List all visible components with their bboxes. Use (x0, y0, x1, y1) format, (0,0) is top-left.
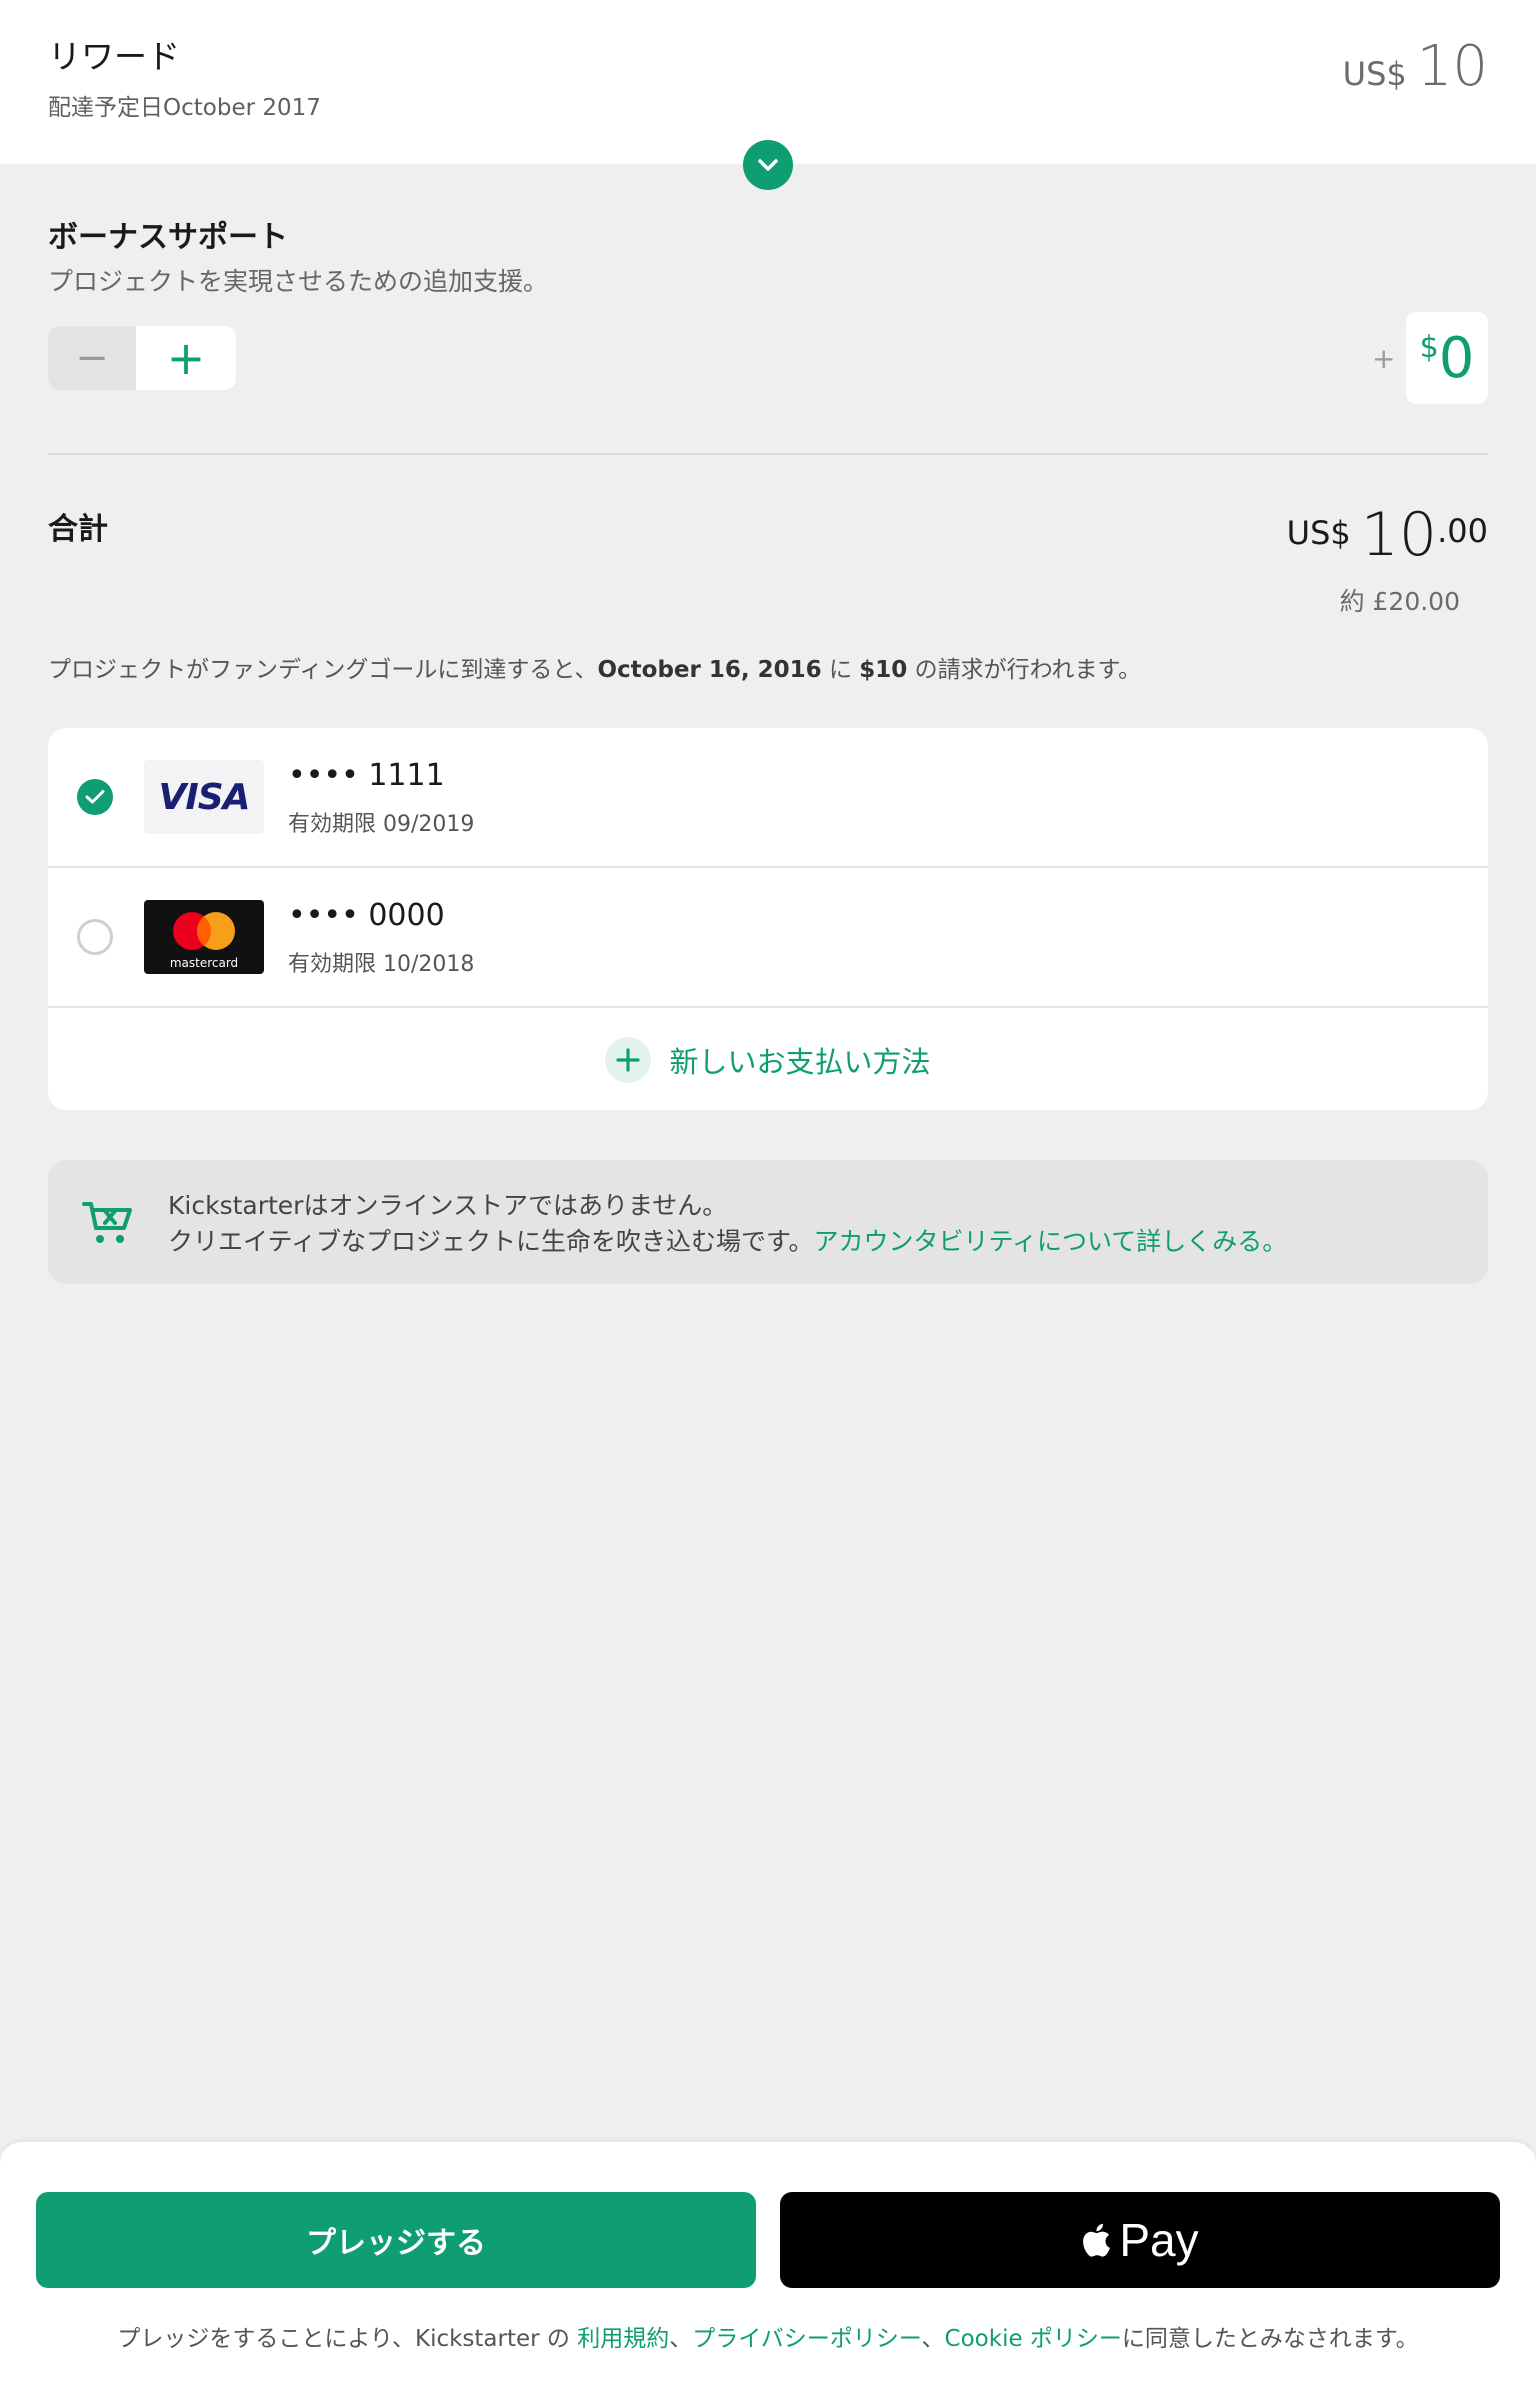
terms-pre: プレッジをすることにより、Kickstarter の (117, 2326, 578, 2352)
notice-line-2: クリエイティブなプロジェクトに生命を吹き込む場です。アカウンタビリティについて詳… (168, 1222, 1287, 1258)
bonus-subtitle: プロジェクトを実現させるための追加支援。 (48, 267, 549, 296)
total-amount-decimals: .00 (1437, 512, 1488, 550)
reward-amount: 10 (1416, 34, 1488, 99)
terms-of-use-link[interactable]: 利用規約 (577, 2326, 669, 2352)
card-expiry: 有効期限 10/2018 (288, 952, 475, 977)
charge-note-pre: プロジェクトがファンディングゴールに到達すると、 (48, 657, 598, 683)
checkmark-icon (85, 790, 105, 804)
card-number: •••• 1111 (288, 758, 445, 793)
mastercard-logo: mastercard (144, 900, 264, 974)
bonus-currency-symbol: $ (1419, 330, 1439, 365)
mastercard-wordmark: mastercard (169, 956, 239, 970)
increase-bonus-button[interactable]: + (136, 326, 236, 390)
cookie-policy-link[interactable]: Cookie ポリシー (945, 2326, 1122, 2352)
add-payment-method-label: 新しいお支払い方法 (669, 1045, 931, 1079)
charge-note-mid: に (821, 657, 860, 683)
terms-text: プレッジをすることにより、Kickstarter の 利用規約、プライバシーポリ… (90, 2322, 1446, 2356)
bonus-amount-value: 0 (1438, 326, 1475, 391)
reward-title: リワード (48, 37, 180, 76)
plus-icon (605, 1037, 652, 1083)
apple-logo-icon (1083, 2223, 1111, 2257)
visa-logo-text: VISA (158, 776, 250, 818)
decrease-bonus-button[interactable]: − (48, 326, 136, 390)
notice-line-1: Kickstarterはオンラインストアではありません。 (168, 1191, 728, 1220)
card-expiry: 有効期限 09/2019 (288, 812, 475, 837)
bonus-plus-sign: + (1372, 342, 1396, 375)
terms-post: に同意したとみなされます。 (1121, 2326, 1419, 2352)
apple-pay-label: Pay (1119, 2214, 1199, 2266)
accountability-link[interactable]: アカウンタビリティについて詳しくみる。 (814, 1227, 1288, 1256)
cart-x-icon (82, 1202, 132, 1243)
chevron-down-icon (758, 159, 778, 171)
payment-method-row[interactable]: mastercard •••• 0000 有効期限 10/2018 (48, 868, 1488, 1008)
total-currency: US$ (1286, 514, 1351, 552)
card-number: •••• 0000 (288, 898, 445, 933)
notice-line-2-text: クリエイティブなプロジェクトに生命を吹き込む場です。 (168, 1227, 814, 1256)
terms-sep: 、 (669, 2326, 693, 2352)
total-amount-value: 10 (1360, 500, 1438, 570)
payment-method-row[interactable]: VISA •••• 1111 有効期限 09/2019 (48, 728, 1488, 868)
charge-note-post: の請求が行われます。 (907, 657, 1142, 683)
terms-sep: 、 (921, 2326, 945, 2352)
reward-currency: US$ (1342, 55, 1407, 93)
payment-methods-list: VISA •••• 1111 有効期限 09/2019 mastercard •… (48, 728, 1488, 1110)
total-amount: US$ 10 .00 (1287, 500, 1488, 570)
selected-radio[interactable] (77, 779, 113, 815)
visa-logo: VISA (144, 760, 264, 834)
collapse-reward-button[interactable] (743, 140, 793, 190)
reward-price: US$ 10 (1343, 34, 1488, 99)
bonus-stepper: − + (48, 326, 236, 390)
bonus-amount-input[interactable]: $ 0 (1406, 312, 1488, 404)
bonus-title: ボーナスサポート (48, 220, 288, 255)
reward-delivery-date: 配達予定日October 2017 (48, 95, 321, 121)
charge-date: October 16, 2016 (597, 657, 822, 683)
charge-note: プロジェクトがファンディングゴールに到達すると、October 16, 2016… (48, 650, 1141, 684)
charge-amount: $10 (859, 657, 908, 683)
privacy-policy-link[interactable]: プライバシーポリシー (692, 2326, 921, 2352)
apple-pay-button[interactable]: Pay (780, 2192, 1500, 2288)
add-payment-method-button[interactable]: 新しいお支払い方法 (48, 1010, 1488, 1110)
total-approx-amount: 約 £20.00 (1339, 587, 1460, 616)
unselected-radio[interactable] (77, 919, 113, 955)
pledge-button[interactable]: プレッジする (36, 2192, 756, 2288)
total-label: 合計 (48, 512, 108, 547)
kickstarter-notice: Kickstarterはオンラインストアではありません。 クリエイティブなプロジ… (48, 1160, 1488, 1284)
divider (48, 453, 1488, 455)
